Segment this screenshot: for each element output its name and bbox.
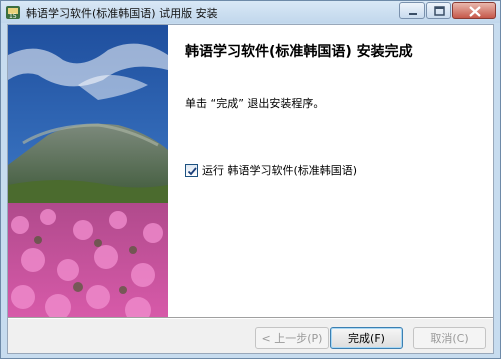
wizard-side-banner [8,25,168,317]
close-icon [469,6,481,17]
run-app-checkbox-row[interactable]: 运行 韩语学习软件(标准韩国语) [185,162,357,178]
wizard-client-area: 韩语学习软件(标准韩国语) 安装完成 单击 “完成” 退出安装程序。 运行 韩语… [7,24,494,354]
back-button[interactable]: < 上一步(P) [255,327,329,349]
cancel-button[interactable]: 取消(C) [413,327,486,349]
window-title: 韩语学习软件(标准韩国语) 试用版 安装 [26,7,218,20]
svg-text:15: 15 [9,13,17,20]
maximize-button[interactable] [426,2,451,19]
finish-instruction: 单击 “完成” 退出安装程序。 [185,97,325,110]
page-title: 韩语学习软件(标准韩国语) 安装完成 [185,44,413,60]
installer-window: 15 韩语学习软件(标准韩国语) 试用版 安装 韩语学习软件(标准韩国语) 安装… [0,0,501,359]
minimize-icon [409,13,417,15]
checkmark-icon [187,166,197,175]
minimize-button[interactable] [399,2,425,19]
run-app-checkbox-label[interactable]: 运行 韩语学习软件(标准韩国语) [202,162,357,178]
title-bar[interactable]: 15 韩语学习软件(标准韩国语) 试用版 安装 [1,1,500,23]
close-button[interactable] [452,2,496,19]
finish-button[interactable]: 完成(F) [330,327,403,349]
wizard-content-panel: 韩语学习软件(标准韩国语) 安装完成 单击 “完成” 退出安装程序。 运行 韩语… [168,25,493,317]
run-app-checkbox[interactable] [185,163,198,177]
button-area-divider [8,317,493,319]
installer-app-icon: 15 [6,6,20,20]
maximize-icon [434,6,445,16]
